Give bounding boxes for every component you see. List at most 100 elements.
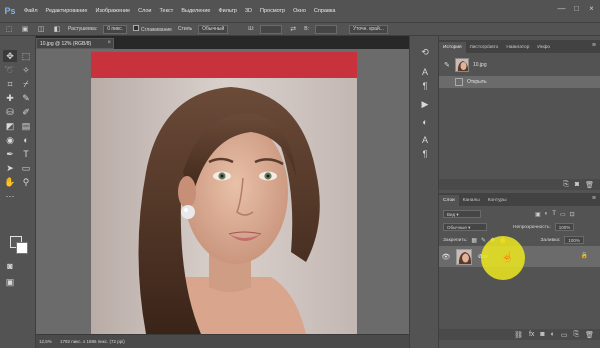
history-brush-icon[interactable]: ✐ xyxy=(19,106,33,118)
character-panel-icon[interactable]: A xyxy=(419,66,431,78)
history-snapshot[interactable]: ✎ 10.jpg xyxy=(439,56,600,74)
stamp-icon[interactable]: ⛁ xyxy=(3,106,17,118)
lock-image-icon[interactable]: ✎ xyxy=(481,237,486,244)
document-state-icon xyxy=(455,78,463,86)
antialias-checkbox[interactable]: Сглаживание xyxy=(133,25,172,33)
marquee-icon[interactable]: ⬚ xyxy=(19,50,33,62)
menu-help[interactable]: Справка xyxy=(310,8,340,14)
new-layer-icon[interactable]: ⎘ xyxy=(574,331,580,339)
tab-layers[interactable]: Слои xyxy=(439,195,459,206)
blend-opacity-row: Обычные ▾ Непрозрачность: 100% xyxy=(443,223,595,231)
history-state-open[interactable]: Открыть xyxy=(439,76,600,88)
layer-filter-select[interactable]: Вид ▾ xyxy=(443,210,481,218)
panel-menu-icon[interactable]: ≡ xyxy=(592,42,596,49)
rectangle-icon[interactable]: ▭ xyxy=(19,162,33,174)
quick-mask-icon[interactable]: ◙ xyxy=(3,260,17,272)
menu-view[interactable]: Просмотр xyxy=(256,8,289,14)
crop-icon[interactable]: ⌗ xyxy=(3,78,17,90)
maximize-button[interactable]: □ xyxy=(572,4,581,13)
width-label: Ш: xyxy=(248,26,255,32)
tab-channels[interactable]: Каналы xyxy=(459,195,484,206)
new-group-icon[interactable]: ▭ xyxy=(561,331,568,339)
add-mask-icon[interactable]: ◙ xyxy=(540,331,544,338)
background-color-swatch[interactable] xyxy=(16,242,28,254)
delete-layer-icon[interactable]: 🗑 xyxy=(585,331,594,339)
dodge-icon[interactable]: ◐ xyxy=(19,134,33,146)
history-panel-icon[interactable]: ⟲ xyxy=(419,46,431,58)
fill-input[interactable]: 100% xyxy=(564,236,584,244)
lasso-icon[interactable]: ➰ xyxy=(3,64,17,76)
eyedropper-icon[interactable]: ⌿ xyxy=(19,78,33,90)
layers-panel-menu-icon[interactable]: ≡ xyxy=(592,195,596,202)
image-canvas[interactable] xyxy=(91,52,357,334)
type-panel-icon[interactable]: A xyxy=(419,134,431,146)
eraser-icon[interactable]: ◩ xyxy=(3,120,17,132)
filter-type-icon[interactable]: T xyxy=(552,211,556,217)
gradient-icon[interactable]: ▤ xyxy=(19,120,33,132)
new-selection-icon[interactable]: ▣ xyxy=(20,25,30,34)
zoom-icon[interactable]: ⚲ xyxy=(19,176,33,188)
screen-mode-icon[interactable]: ▣ xyxy=(3,276,17,288)
add-selection-icon[interactable]: ◫ xyxy=(36,25,46,34)
refine-edge-button[interactable]: Уточн. край... xyxy=(348,24,388,34)
style-select[interactable]: Обычный xyxy=(198,24,229,34)
filter-adjust-icon[interactable]: ◐ xyxy=(545,211,549,217)
tab-histogram[interactable]: Листогр/авто xyxy=(466,42,503,53)
close-tab-icon[interactable]: × xyxy=(107,40,111,46)
tab-navigator[interactable]: Навигатор xyxy=(502,42,533,53)
minimize-button[interactable]: — xyxy=(557,4,566,13)
blend-mode-select[interactable]: Обычные ▾ xyxy=(443,223,487,231)
menu-image[interactable]: Изображение xyxy=(91,8,134,14)
move-icon[interactable]: ✥ xyxy=(3,50,17,62)
menu-select[interactable]: Выделение xyxy=(177,8,214,14)
paragraph-panel-icon[interactable]: ¶ xyxy=(419,80,431,92)
delete-state-icon[interactable]: 🗑 xyxy=(585,181,594,189)
layer-style-icon[interactable]: fx xyxy=(529,331,534,338)
menu-file[interactable]: Файл xyxy=(20,8,42,14)
tab-info[interactable]: Инфо xyxy=(533,42,554,53)
more-tools-icon[interactable]: ⋯ xyxy=(3,190,17,202)
path-select-icon[interactable]: ➤ xyxy=(3,162,17,174)
filter-shape-icon[interactable]: ▭ xyxy=(560,211,566,218)
hand-icon[interactable]: ✋ xyxy=(3,176,17,188)
link-layers-icon[interactable]: ⛓ xyxy=(514,331,523,339)
layers-panel-tabs: Слои Каналы Контуры ≡ xyxy=(439,193,600,206)
menu-type[interactable]: Текст xyxy=(155,8,177,14)
visibility-eye-icon[interactable]: 👁 xyxy=(439,253,453,261)
document-tab[interactable]: 10.jpg @ 12% (RGB/8) × xyxy=(36,38,114,49)
menu-filter[interactable]: Фильтр xyxy=(214,8,240,14)
healing-icon[interactable]: ✚ xyxy=(3,92,17,104)
filter-smart-icon[interactable]: ⊡ xyxy=(570,211,575,218)
lock-transparent-icon[interactable]: ▦ xyxy=(471,237,477,244)
blur-icon[interactable]: ◉ xyxy=(3,134,17,146)
history-brush-source-icon: ✎ xyxy=(444,62,450,69)
type-icon[interactable]: T xyxy=(19,148,33,160)
menu-layers[interactable]: Слои xyxy=(134,8,155,14)
pen-icon[interactable]: ✒ xyxy=(3,148,17,160)
adjustment-layer-icon[interactable]: ◐ xyxy=(551,331,555,338)
filter-pixel-icon[interactable]: ▣ xyxy=(535,211,541,218)
menu-window[interactable]: Окно xyxy=(289,8,310,14)
marquee-tool-preset-icon[interactable]: ⬚ xyxy=(4,25,14,34)
tab-paths[interactable]: Контуры xyxy=(484,195,511,206)
brush-icon[interactable]: ✎ xyxy=(19,92,33,104)
options-bar: ⬚ ▣ ◫ ◧ Растушевка: 0 пикс. Сглаживание … xyxy=(0,22,600,36)
subtract-selection-icon[interactable]: ◧ xyxy=(52,25,62,34)
paragraph-styles-icon[interactable]: ¶ xyxy=(419,148,431,160)
feather-input[interactable]: 0 пикс. xyxy=(103,24,128,34)
menu-3d[interactable]: 3D xyxy=(241,8,256,14)
swap-icon[interactable]: ⇄ xyxy=(288,25,298,34)
zoom-level[interactable]: 12,5% xyxy=(36,339,56,344)
adjustments-icon[interactable]: ◐ xyxy=(419,116,431,128)
close-button[interactable]: × xyxy=(587,4,596,13)
new-document-from-state-icon[interactable]: ⎘ xyxy=(563,181,569,189)
opacity-input[interactable]: 100% xyxy=(554,223,575,231)
document-info[interactable]: 1792 пикс. x 1886 пикс. (72 ppi) xyxy=(56,339,125,344)
height-input[interactable] xyxy=(314,24,337,34)
tab-history[interactable]: История xyxy=(439,42,466,53)
width-input[interactable] xyxy=(260,24,283,34)
magic-wand-icon[interactable]: ✧ xyxy=(19,64,33,76)
create-snapshot-icon[interactable]: ◙ xyxy=(575,181,579,188)
menu-edit[interactable]: Редактирование xyxy=(42,8,92,14)
actions-play-icon[interactable]: ▶ xyxy=(419,98,431,110)
